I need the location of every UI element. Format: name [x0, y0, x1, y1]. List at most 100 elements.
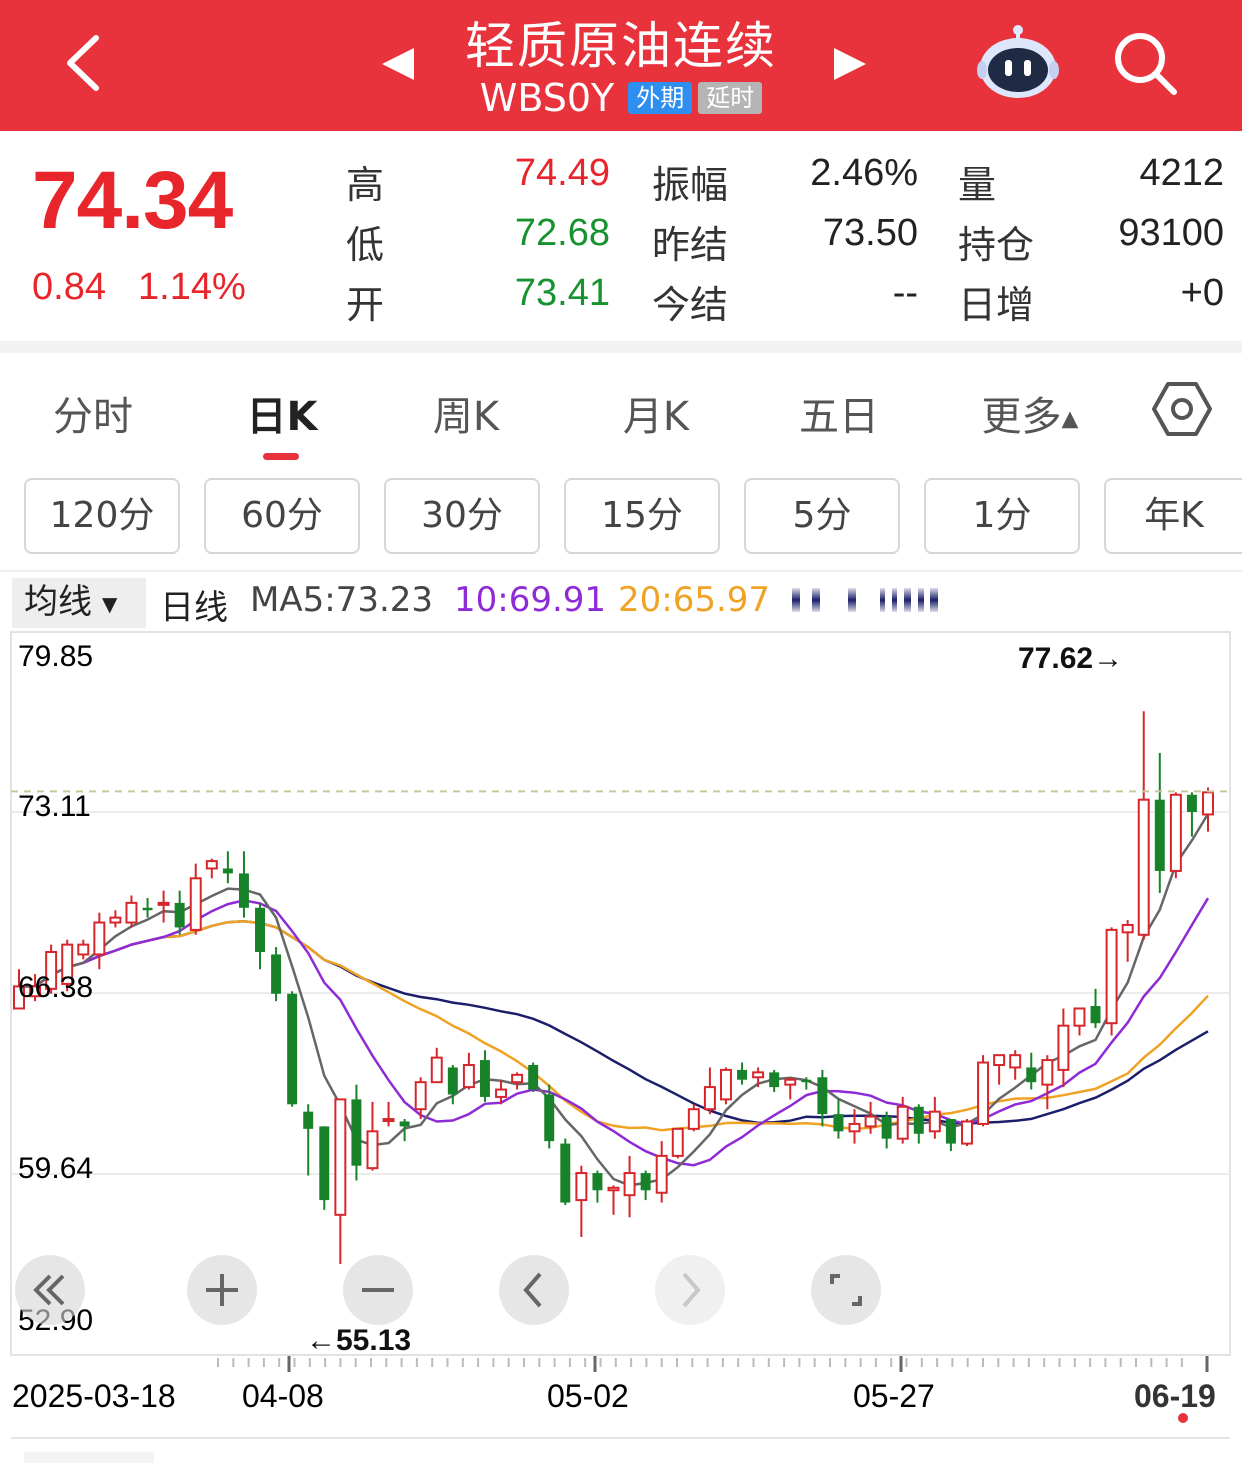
- candle-body: [977, 1061, 990, 1125]
- candle-body: [913, 1106, 924, 1134]
- candle-body: [671, 1127, 684, 1157]
- candle-body: [1202, 791, 1214, 816]
- high-value: 74.49: [514, 152, 610, 194]
- period-15min-button[interactable]: 15分: [564, 478, 720, 554]
- x-axis-ticks: [217, 1356, 1209, 1372]
- robot-assistant-icon[interactable]: [976, 24, 1060, 100]
- candle: [1073, 1007, 1086, 1036]
- candle: [1121, 920, 1134, 962]
- zoom-in-button[interactable]: [187, 1255, 257, 1325]
- candle-body: [334, 1098, 347, 1216]
- high-label: 高: [346, 163, 385, 207]
- prev-settle-label: 昨结: [652, 223, 729, 267]
- tab-intraday[interactable]: 分时: [40, 384, 146, 442]
- period-120min-button[interactable]: 120分: [24, 478, 180, 554]
- candle: [351, 1084, 362, 1181]
- scroll-left-button[interactable]: [499, 1255, 569, 1325]
- candle: [1090, 988, 1101, 1029]
- period-5min-button[interactable]: 5分: [744, 478, 900, 554]
- candle: [1154, 753, 1165, 894]
- candle-body: [719, 1068, 732, 1101]
- tab-daily-k[interactable]: 日K: [232, 384, 332, 442]
- candle: [1186, 792, 1197, 837]
- bottom-panel-tab[interactable]: [24, 1452, 154, 1463]
- low-value: 72.68: [514, 212, 610, 254]
- candle: [157, 890, 170, 923]
- fullscreen-button[interactable]: [811, 1255, 881, 1325]
- tab-monthly-k[interactable]: 月K: [606, 384, 706, 442]
- candle: [303, 1104, 314, 1176]
- next-contract-icon[interactable]: [832, 46, 868, 82]
- candle: [511, 1072, 524, 1090]
- zoom-out-button[interactable]: [343, 1255, 413, 1325]
- candle: [928, 1096, 941, 1139]
- candle: [881, 1111, 892, 1149]
- candle-body: [928, 1110, 941, 1133]
- candle-body: [993, 1054, 1006, 1066]
- candle: [1169, 792, 1182, 879]
- candle: [719, 1067, 732, 1105]
- candle: [1137, 711, 1150, 940]
- period-30min-button[interactable]: 30分: [384, 478, 540, 554]
- candle-body: [1105, 928, 1118, 1025]
- candlestick-chart[interactable]: 79.85 73.11 66.38 59.64 52.90 77.62→ ←55…: [0, 620, 1242, 1463]
- candle-body: [640, 1173, 651, 1191]
- candle-body: [896, 1105, 909, 1140]
- candle: [77, 939, 90, 960]
- candle-body: [462, 1063, 475, 1089]
- candle-body: [430, 1056, 443, 1084]
- candle-body: [1073, 1007, 1086, 1027]
- candle-body: [945, 1119, 956, 1144]
- candle-body: [366, 1130, 379, 1170]
- candle: [1041, 1055, 1054, 1110]
- tab-five-day[interactable]: 五日: [786, 384, 892, 442]
- candle-body: [255, 907, 265, 952]
- candle: [623, 1155, 636, 1218]
- candle: [833, 1099, 844, 1139]
- min-price-label: ←55.13: [306, 1324, 411, 1357]
- period-yearly-k-button[interactable]: 年K: [1104, 478, 1242, 554]
- candle-body: [1090, 1006, 1101, 1024]
- tab-weekly-k[interactable]: 周K: [416, 384, 516, 442]
- amplitude-label: 振幅: [652, 163, 729, 207]
- dropdown-caret-icon: ▼: [102, 591, 118, 616]
- settings-hexagon-icon[interactable]: [1152, 380, 1212, 438]
- candle: [189, 863, 202, 935]
- candle: [703, 1067, 716, 1115]
- period-60min-button[interactable]: 60分: [204, 478, 360, 554]
- tab-more[interactable]: 更多▲: [970, 384, 1090, 442]
- candle-body: [833, 1114, 844, 1132]
- candle: [560, 1138, 571, 1206]
- daily-increase-value: +0: [1180, 272, 1224, 314]
- ma-selector-label: 均线: [24, 582, 92, 622]
- search-icon[interactable]: [1112, 30, 1178, 96]
- x-tick-label: 05-02: [547, 1378, 629, 1414]
- period-1min-button[interactable]: 1分: [924, 478, 1080, 554]
- y-tick-label: 66.38: [18, 971, 93, 1004]
- candle-body: [1154, 799, 1165, 871]
- candle: [848, 1109, 861, 1144]
- candle: [287, 991, 298, 1107]
- candle: [1105, 927, 1118, 1036]
- foreign-futures-badge: 外期: [628, 82, 693, 114]
- candle: [238, 851, 249, 918]
- ma10-value: 10:69.91: [454, 580, 607, 620]
- candle-body: [655, 1154, 668, 1194]
- candle: [1202, 787, 1214, 832]
- scroll-right-button[interactable]: [655, 1255, 725, 1325]
- candle-body: [414, 1081, 427, 1111]
- candle-body: [238, 873, 249, 908]
- candle: [205, 858, 218, 879]
- section-divider: [0, 341, 1242, 353]
- candle: [655, 1141, 668, 1203]
- volume-label: 量: [958, 163, 997, 207]
- collapse-button[interactable]: [15, 1255, 85, 1325]
- candle-body: [1026, 1067, 1037, 1083]
- candle: [479, 1050, 490, 1102]
- candle-body: [544, 1094, 555, 1142]
- low-label: 低: [346, 223, 385, 267]
- candle-body: [575, 1172, 588, 1202]
- candle-body: [399, 1121, 410, 1127]
- y-tick-label: 73.11: [18, 790, 91, 823]
- max-price-label: 77.62→: [1018, 642, 1123, 675]
